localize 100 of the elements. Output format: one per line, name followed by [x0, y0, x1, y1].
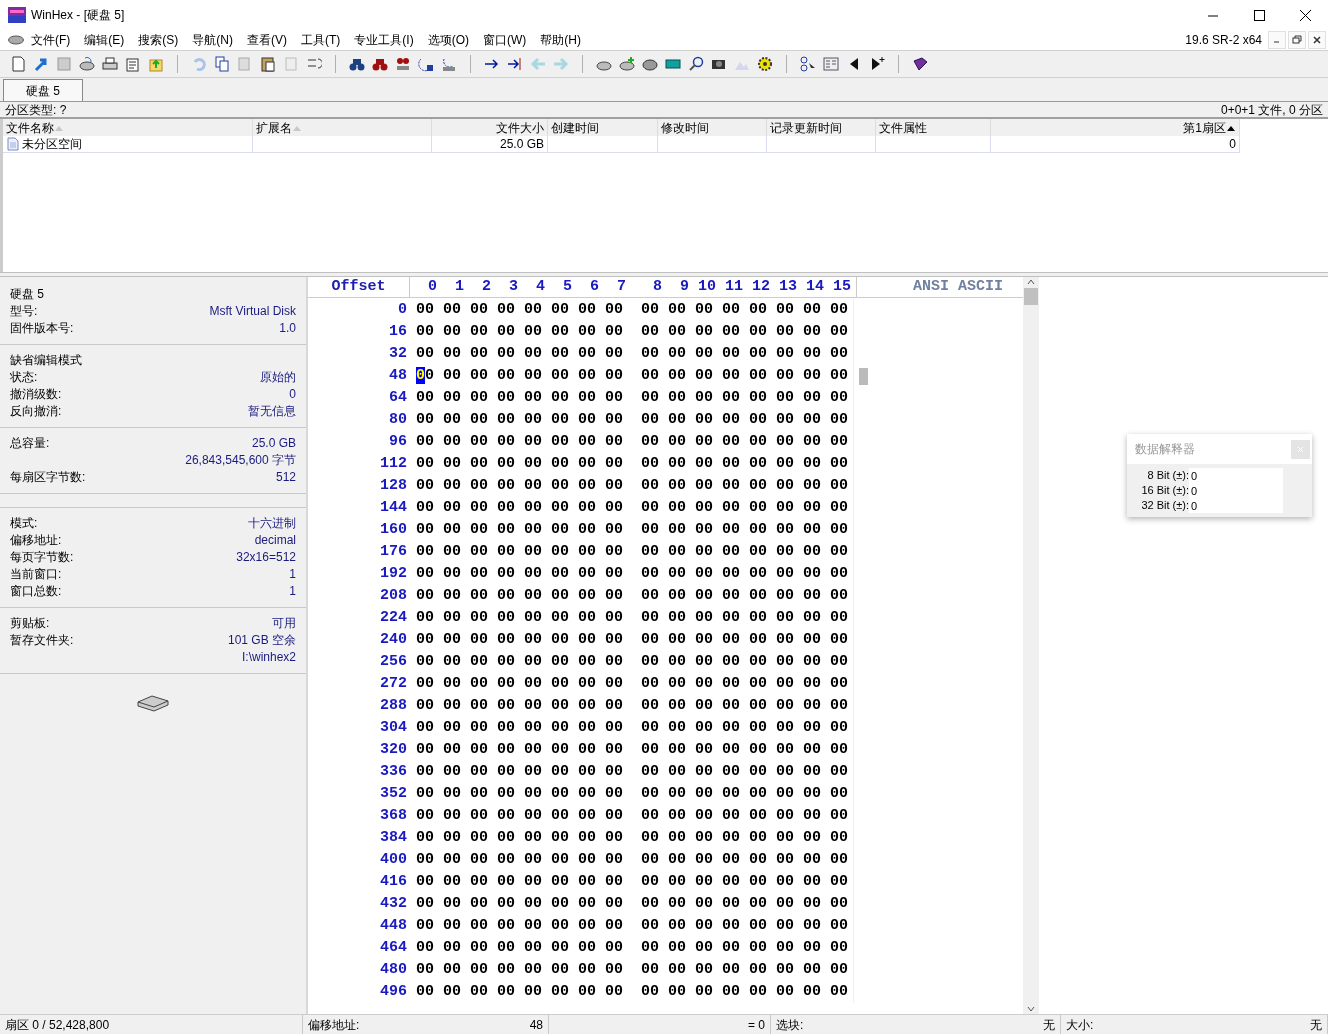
hex-byte: 00: [604, 343, 623, 364]
info-label: 型号:: [10, 302, 38, 320]
menu-item[interactable]: 专业工具(I): [347, 31, 421, 49]
hex-byte: 00: [523, 453, 542, 474]
hex-byte: 00: [496, 541, 515, 562]
maximize-icon[interactable]: [1251, 7, 1267, 23]
hex-byte: 00: [550, 651, 569, 672]
hex-byte: 00: [802, 475, 821, 496]
menu-item[interactable]: 选项(O): [420, 31, 476, 49]
column-header[interactable]: 第1扇区: [991, 119, 1240, 136]
hex-byte: 00: [496, 453, 515, 474]
hex-byte: 00: [694, 893, 713, 914]
search-icon[interactable]: [688, 56, 704, 72]
hex-byte: 00: [775, 299, 794, 320]
hex-byte: 00: [496, 431, 515, 452]
column-header[interactable]: 文件属性: [876, 119, 991, 136]
menu-item[interactable]: 窗口(W): [476, 31, 534, 49]
hex-byte: 00: [415, 387, 434, 408]
hex-byte: 00: [604, 607, 623, 628]
column-header: 11: [724, 276, 743, 297]
arrow-icon[interactable]: [507, 56, 523, 72]
hex-byte: 00: [604, 299, 623, 320]
scroll-thumb[interactable]: [1024, 288, 1038, 305]
hex-byte: 00: [748, 299, 767, 320]
hex-byte: 00: [523, 475, 542, 496]
scroll-down-icon[interactable]: [1026, 1004, 1036, 1014]
menu-item[interactable]: 帮助(H): [533, 31, 588, 49]
column-header[interactable]: 创建时间: [548, 119, 658, 136]
hex-byte: 00: [604, 717, 623, 738]
binoculars-icon[interactable]: [395, 56, 411, 72]
new-document-icon[interactable]: [10, 56, 26, 72]
hex-byte: 00: [640, 827, 659, 848]
printer-icon[interactable]: [102, 56, 118, 72]
hex-byte: 00: [802, 607, 821, 628]
close-icon[interactable]: [1297, 7, 1313, 23]
hex-byte: 00: [694, 431, 713, 452]
menu-item[interactable]: 搜索(S): [131, 31, 186, 49]
column-header[interactable]: 记录更新时间: [767, 119, 876, 136]
clipboard-icon[interactable]: [260, 56, 276, 72]
menu-item[interactable]: 工具(T): [294, 31, 348, 49]
replace-icon[interactable]: [418, 56, 434, 72]
hex-byte: 00: [550, 299, 569, 320]
folder-up-icon[interactable]: [148, 56, 164, 72]
hex-byte: 00: [721, 651, 740, 672]
hex-byte: 00: [442, 321, 461, 342]
memory-icon[interactable]: [665, 56, 681, 72]
hex-byte: 00: [415, 431, 434, 452]
hex-byte: 00: [496, 827, 515, 848]
column-header[interactable]: 文件大小: [432, 119, 548, 136]
hex-byte: 00: [442, 453, 461, 474]
info-label: 硬盘 5: [10, 285, 44, 303]
hex-byte: 00: [577, 783, 596, 804]
hex-byte: 00: [469, 981, 488, 1002]
hex-byte: 00: [577, 651, 596, 672]
hex-byte: 00: [748, 893, 767, 914]
triangle-right-icon[interactable]: [869, 56, 885, 72]
offset-label: 96: [388, 431, 407, 452]
disk-icon[interactable]: [79, 56, 95, 72]
column-header: 4: [535, 276, 545, 297]
column-header[interactable]: 修改时间: [658, 119, 767, 136]
hex-byte: 00: [550, 497, 569, 518]
help-book-icon[interactable]: [912, 56, 928, 72]
info-value: 512: [275, 468, 296, 486]
hex-byte: 00: [496, 915, 515, 936]
binoculars-icon[interactable]: [349, 56, 365, 72]
hex-byte: 00: [667, 563, 686, 584]
hex-byte: 00: [640, 541, 659, 562]
menu-item[interactable]: 编辑(E): [77, 31, 132, 49]
hex-byte: 00: [667, 871, 686, 892]
panel-title: 数据解释器: [1135, 441, 1195, 458]
column-header[interactable]: 扩展名: [253, 119, 432, 136]
hex-byte: 00: [775, 519, 794, 540]
column-header[interactable]: 文件名称: [3, 119, 253, 136]
offset-label: 240: [379, 629, 407, 650]
tab[interactable]: 硬盘 5: [3, 79, 83, 101]
menu-item[interactable]: 文件(F): [24, 31, 78, 49]
hex-byte: 00: [415, 541, 434, 562]
scrollbar[interactable]: [1023, 277, 1039, 1014]
select-icon[interactable]: [800, 56, 816, 72]
scroll-up-icon[interactable]: [1026, 277, 1036, 287]
hex-byte: 00: [775, 475, 794, 496]
hex-byte: 00: [550, 959, 569, 980]
properties-icon[interactable]: [125, 56, 141, 72]
menu-item[interactable]: 导航(N): [185, 31, 240, 49]
hex-byte: 00: [496, 937, 515, 958]
hex-byte: 00: [802, 585, 821, 606]
binoculars-icon[interactable]: [372, 56, 388, 72]
hex-byte: 00: [577, 761, 596, 782]
hex-byte: 00: [694, 519, 713, 540]
info-value: 暂无信息: [248, 402, 296, 420]
menu-item[interactable]: 查看(V): [240, 31, 294, 49]
disk-icon[interactable]: [619, 56, 635, 72]
hex-byte: 00: [577, 871, 596, 892]
gear-icon[interactable]: [757, 56, 773, 72]
hex-byte: 00: [640, 387, 659, 408]
hex-byte: 00: [775, 563, 794, 584]
binary-icon[interactable]: [306, 56, 322, 72]
copy-icon[interactable]: [214, 56, 230, 72]
disk-icon[interactable]: [642, 56, 658, 72]
hex-byte: 00: [550, 739, 569, 760]
